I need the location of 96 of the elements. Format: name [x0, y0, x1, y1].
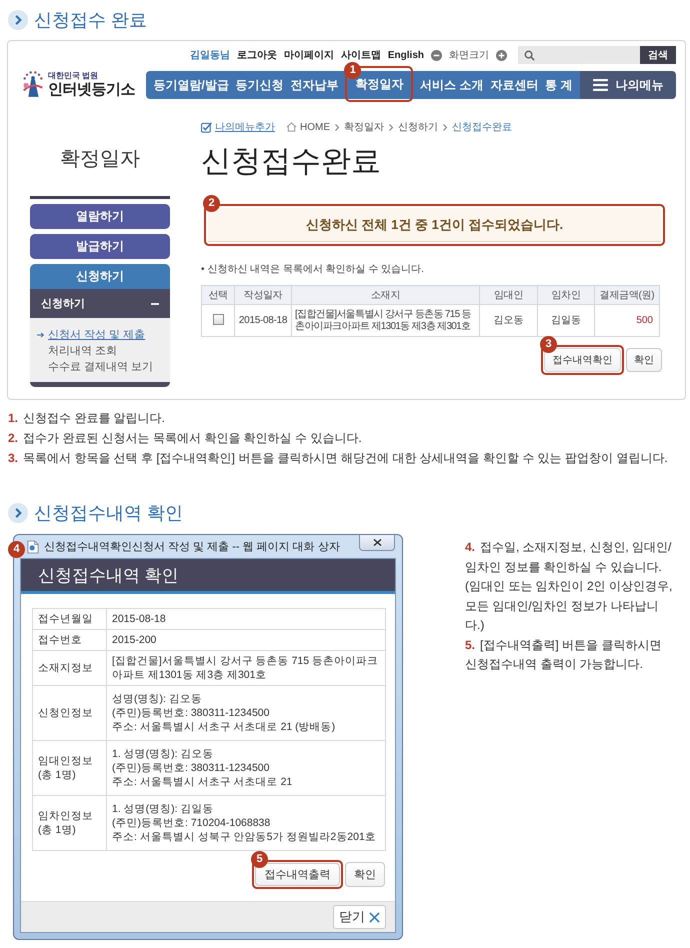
- user-name-link[interactable]: 김일동님: [190, 48, 230, 62]
- confirm-button[interactable]: 확인: [626, 348, 662, 372]
- step-text: 3. 목록에서 항목을 선택 후 [접수내역확인] 버튼을 클릭하시면 해당건에 대한 상세내역을 확인할 수 있는 팝업창이 열립니다.: [8, 450, 669, 467]
- submenu-item[interactable]: 신청서 작성 및 제출: [48, 328, 146, 342]
- chevron-circle-icon: [8, 503, 28, 523]
- column-header: 임차인: [538, 286, 594, 304]
- step-text: 2. 접수가 완료된 신청서는 목록에서 확인을 확인하실 수 있습니다.: [8, 430, 363, 447]
- checkbox-tick-icon: [201, 122, 212, 132]
- field-value: 2015-200: [106, 630, 386, 650]
- nav-menu-item[interactable]: 통 계: [545, 77, 573, 93]
- breadcrumb-link[interactable]: 신청하기: [398, 120, 438, 134]
- table-cell: 2015-08-18: [234, 304, 292, 336]
- table-cell: 김일동: [538, 304, 594, 336]
- callout-badge: 4: [8, 541, 25, 558]
- home-icon: [286, 122, 297, 132]
- callout-badge: 3: [540, 336, 557, 353]
- sidebar-menu-button[interactable]: 신청하기: [30, 264, 170, 289]
- close-button[interactable]: 닫기: [333, 905, 386, 929]
- logo-title: 인터넷등기소: [48, 82, 135, 96]
- nav-menu-item[interactable]: 확정일자: [355, 76, 404, 92]
- submenu-header[interactable]: 신청하기: [30, 289, 170, 318]
- nav-menu-item[interactable]: 서비스 소개: [420, 77, 484, 93]
- sidebar-menu-button[interactable]: 발급하기: [30, 234, 170, 259]
- column-header: 작성일자: [234, 286, 292, 304]
- table-cell: 김오동: [480, 304, 538, 336]
- sidebar-title: 확정일자: [59, 147, 141, 172]
- field-value: 1. 성명(명칭): 김일동 (주민)등록번호: 710204-1068838 주소: 서울특별시 성북구 안암동5가 정원빌라2동201호: [106, 796, 386, 850]
- chevron-icon: [389, 124, 393, 130]
- field-value: 성명(명칭): 김오동 (주민)등록번호: 380311-1234500 주소: 서울특별시 서초구 서초대로 21 (방배동): [106, 686, 386, 740]
- nav-menu-item[interactable]: 등기신청: [236, 77, 284, 93]
- note-text: (임대인 또는 임차인이 2인 이상인경우, 모든 임대인/임차인 정보가 나타납니다.): [465, 578, 674, 634]
- field-label: 접수년월일: [32, 608, 106, 630]
- nav-menu-item[interactable]: 전자납부: [290, 77, 338, 93]
- print-button[interactable]: 접수내역출력: [255, 863, 340, 886]
- close-icon: [372, 539, 382, 546]
- section-title: 신청접수내역 확인: [34, 502, 184, 525]
- callout-badge: 5: [251, 851, 268, 868]
- callout-badge: 1: [344, 62, 362, 79]
- chevron-icon: [443, 124, 447, 130]
- top-link[interactable]: English: [388, 50, 424, 60]
- top-link[interactable]: 로그아웃: [236, 48, 277, 62]
- field-label: 접수번호: [32, 630, 106, 650]
- info-note: • 신청하신 내역은 목록에서 확인하실 수 있습니다.: [201, 263, 425, 276]
- step-text: 1. 신청접수 완료를 알립니다.: [8, 410, 166, 427]
- top-link[interactable]: 마이페이지: [284, 48, 334, 62]
- column-header: 결제금액(원): [594, 286, 660, 304]
- field-label: 임대인정보 (총 1명): [32, 740, 106, 796]
- close-button[interactable]: [359, 535, 395, 551]
- breadcrumb-link[interactable]: 신청접수완료: [452, 120, 512, 134]
- search-field[interactable]: [518, 46, 640, 64]
- logo-subtitle: 대한민국 법원: [48, 72, 98, 80]
- search-button[interactable]: 검색: [640, 46, 676, 64]
- dialog-header: 신청접수내역 확인: [21, 559, 395, 594]
- table-cell: [집합건물]서울특별시 강서구 등촌동 715 등촌아이파크아파트 제1301동 제3층 제301호: [292, 304, 480, 336]
- status-message: 신청하신 전체 1건 중 1건이 접수되었습니다.: [208, 208, 661, 242]
- emblem-icon: [21, 70, 45, 98]
- top-link[interactable]: 사이트맵: [340, 48, 381, 62]
- arrow-icon: [37, 332, 45, 338]
- row-checkbox[interactable]: [212, 314, 224, 326]
- zoom-label: 화면크기: [449, 49, 489, 62]
- nav-menu-item[interactable]: 자료센터: [490, 77, 538, 93]
- window-title: 신청접수내역확인신청서 작성 및 제출 -- 웹 페이지 대화 상자: [44, 540, 340, 554]
- field-value: 2015-08-18: [106, 608, 386, 630]
- chevron-icon: [335, 124, 339, 130]
- note-text: 5. [접수내역출력] 버튼을 클릭하시면 신청접수내역 출력이 가능합니다.: [465, 636, 662, 673]
- column-header: 선택: [202, 286, 234, 304]
- add-menu-link[interactable]: 나의메뉴추가: [215, 120, 275, 134]
- breadcrumb-link[interactable]: 확정일자: [344, 120, 384, 134]
- callout-badge: 2: [203, 195, 220, 212]
- receipt-check-button[interactable]: 접수내역확인: [544, 348, 621, 372]
- field-label: 신청인정보: [32, 686, 106, 740]
- submenu-item[interactable]: 수수료 결제내역 보기: [48, 360, 154, 374]
- section-title: 신청접수 완료: [34, 9, 148, 32]
- search-icon: [524, 50, 535, 60]
- page-icon: [27, 540, 39, 554]
- column-header: 임대인: [480, 286, 538, 304]
- nav-menu-item[interactable]: 등기열람/발급: [153, 77, 229, 93]
- zoom-out-icon[interactable]: [431, 50, 442, 60]
- field-value: 1. 성명(명칭): 김오동 (주민)등록번호: 380311-1234500 주소: 서울특별시 서초구 서초대로 21: [106, 740, 386, 796]
- table-cell: 500: [594, 304, 660, 336]
- close-icon: [369, 912, 380, 922]
- chevron-circle-icon: [8, 10, 28, 30]
- confirm-button[interactable]: 확인: [345, 862, 385, 887]
- field-value: [집합건물]서울특별시 강서구 등촌동 715 등촌아이파크아파트 제1301동 제3층 제301호: [106, 650, 386, 686]
- field-label: 소재지정보: [32, 650, 106, 686]
- submenu-title: 신청하기: [41, 297, 85, 311]
- breadcrumb-link[interactable]: HOME: [300, 122, 330, 132]
- submenu-item[interactable]: 처리내역 조회: [48, 344, 118, 358]
- sidebar-menu-button[interactable]: 열람하기: [30, 204, 170, 229]
- field-label: 임차인정보 (총 1명): [32, 796, 106, 850]
- my-menu-button[interactable]: 나의메뉴: [580, 71, 676, 99]
- note-text: 4. 접수일, 소재지정보, 신청인, 임대인/임차인 정보를 확인하실 수 있습니다.: [465, 539, 672, 576]
- column-header: 소재지: [292, 286, 480, 304]
- zoom-in-icon[interactable]: [496, 50, 507, 60]
- page-title: 신청접수완료: [201, 144, 382, 180]
- menu-icon: [592, 79, 608, 91]
